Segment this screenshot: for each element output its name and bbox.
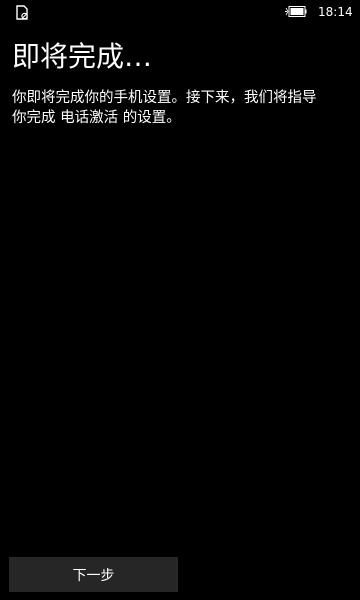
page-title: 即将完成…: [12, 40, 153, 73]
description-highlight: 电话激活: [60, 110, 119, 126]
description-line-2-prefix: 你完成: [12, 110, 61, 126]
status-time: 18:14: [318, 5, 353, 19]
status-bar: 18:14: [0, 0, 360, 26]
next-button[interactable]: 下一步: [9, 557, 178, 592]
page-description: 你即将完成你的手机设置。接下来，我们将指导 你完成 电话激活 的设置。: [12, 88, 348, 128]
battery-charging-icon: [285, 6, 307, 17]
description-line-1: 你即将完成你的手机设置。接下来，我们将指导: [12, 90, 317, 106]
setup-screen: 18:14 即将完成… 你即将完成你的手机设置。接下来，我们将指导 你完成 电话…: [0, 0, 360, 600]
description-line-2-suffix: 的设置。: [118, 110, 181, 126]
sim-card-icon: [16, 5, 28, 20]
